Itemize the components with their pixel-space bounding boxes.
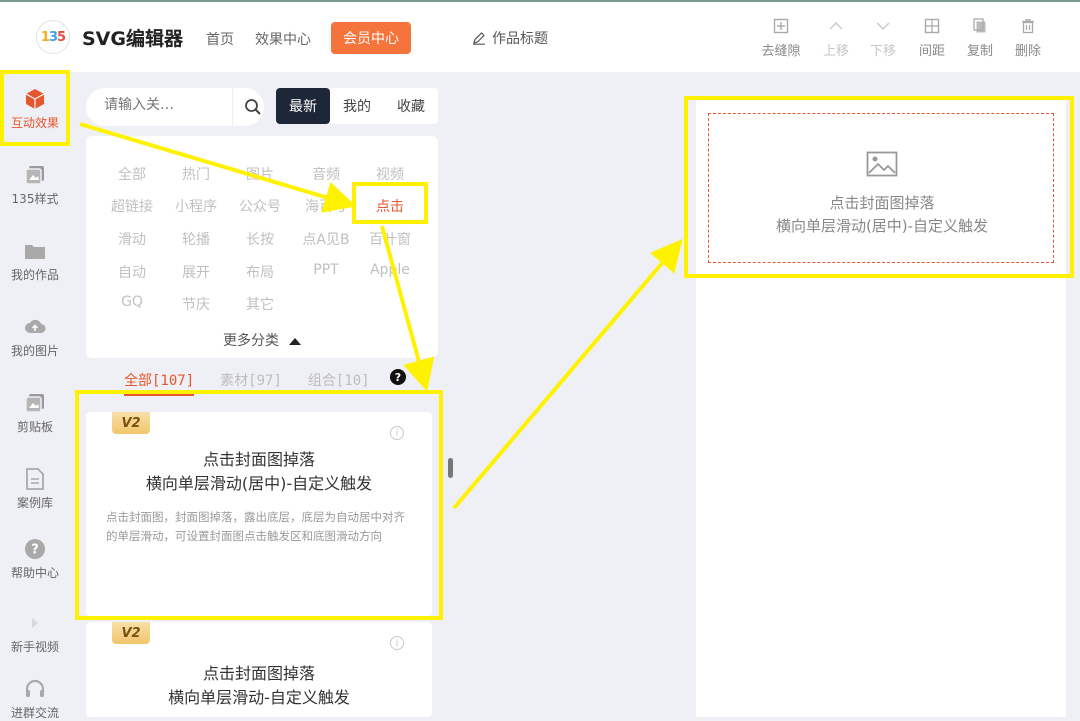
pencil-icon (473, 32, 485, 45)
sidebar-item-join-group[interactable]: 进群交流 (0, 678, 70, 721)
sidebar-item-label: 我的作品 (10, 268, 59, 282)
clipboard-icon (24, 392, 46, 414)
category-item[interactable]: 全部 (100, 164, 164, 184)
category-item[interactable]: 布局 (228, 262, 292, 282)
folder-icon (24, 240, 46, 262)
sidebar-item-my-works[interactable]: 我的作品 (0, 240, 70, 283)
category-item[interactable]: 百叶窗 (358, 229, 422, 249)
move-down-button[interactable]: 下移 (859, 18, 907, 59)
sidebar-item-help-center[interactable]: ? 帮助中心 (0, 538, 70, 581)
cloud-upload-icon (24, 316, 46, 338)
trash-icon (1004, 18, 1052, 40)
headset-icon (24, 678, 46, 700)
copy-icon (956, 18, 1004, 40)
category-item[interactable]: 自动 (100, 262, 164, 282)
category-item[interactable]: 超链接 (100, 196, 164, 216)
sidebar-item-clipboard[interactable]: 剪贴板 (0, 392, 70, 435)
category-item[interactable]: 节庆 (164, 294, 228, 314)
effect-card[interactable]: V2 i 点击封面图掉落 横向单层滑动-自定义触发 (86, 622, 432, 717)
chevron-up-icon (812, 18, 860, 40)
copy-button[interactable]: 复制 (956, 18, 1004, 59)
search-icon[interactable] (244, 98, 262, 120)
version-badge: V2 (112, 622, 150, 644)
category-item[interactable]: PPT (294, 262, 358, 278)
sidebar-item-label: 我的图片 (10, 344, 59, 358)
search-divider (232, 88, 233, 126)
sidebar-item-label: 135样式 (11, 192, 59, 206)
more-categories-label: 更多分类 (223, 333, 279, 349)
style-icon (24, 164, 46, 186)
nav-home[interactable]: 首页 (206, 29, 234, 49)
sidebar-item-tutorial-videos[interactable]: 新手视频 (0, 612, 70, 655)
category-item[interactable]: GQ (100, 294, 164, 310)
info-icon[interactable]: i (390, 636, 404, 650)
app-title: SVG编辑器 (82, 28, 183, 50)
highlight-sidebar-interactive (0, 70, 70, 146)
help-icon: ? (24, 538, 46, 560)
category-item[interactable]: 热门 (164, 164, 228, 184)
svg-text:?: ? (31, 543, 39, 558)
delete-label: 删除 (1014, 44, 1041, 59)
sidebar-item-label: 进群交流 (10, 706, 59, 720)
category-item[interactable]: 海百号 (294, 196, 358, 216)
spacing-label: 间距 (918, 44, 945, 59)
spacing-button[interactable]: 间距 (908, 18, 956, 59)
category-item[interactable]: 视频 (358, 164, 422, 184)
nav-effects-center[interactable]: 效果中心 (255, 29, 311, 49)
tab-latest[interactable]: 最新 (276, 88, 330, 124)
list-filter-tabs: 最新 我的 收藏 (276, 88, 438, 124)
vip-center-button[interactable]: 会员中心 (331, 22, 411, 54)
doc-title-text: 作品标题 (492, 31, 548, 47)
caret-up-icon (289, 337, 301, 345)
logo[interactable]: 135 (36, 20, 70, 54)
highlight-effect-card (75, 390, 443, 620)
category-item[interactable]: 展开 (164, 262, 228, 282)
video-icon (24, 612, 46, 634)
more-categories-toggle[interactable]: 更多分类 (86, 330, 438, 350)
sidebar-item-label: 帮助中心 (10, 566, 59, 580)
highlight-canvas-component (684, 96, 1074, 278)
arrow-card-to-canvas (452, 238, 683, 510)
tab-favorites[interactable]: 收藏 (384, 88, 438, 124)
search-box (86, 88, 264, 126)
close-gap-button[interactable]: 去缝隙 (757, 18, 805, 59)
category-item[interactable]: 长按 (228, 229, 292, 249)
category-item[interactable]: 点A见B (294, 229, 358, 249)
category-item[interactable]: Apple (358, 262, 422, 278)
tab-mine[interactable]: 我的 (330, 88, 384, 124)
sidebar-item-my-images[interactable]: 我的图片 (0, 316, 70, 359)
card-title-line2: 横向单层滑动-自定义触发 (168, 688, 350, 707)
category-item[interactable]: 音频 (294, 164, 358, 184)
document-icon (24, 468, 46, 490)
move-up-button[interactable]: 上移 (812, 18, 860, 59)
move-down-label: 下移 (869, 44, 896, 59)
sidebar-item-case-library[interactable]: 案例库 (0, 468, 70, 511)
plus-square-icon (757, 18, 805, 40)
spacing-icon (908, 18, 956, 40)
sidebar: 互动效果 135样式 我的作品 我的图片 剪贴板 案例库 ? 帮助中心 新手视频… (0, 72, 70, 720)
category-item[interactable]: 小程序 (164, 196, 228, 216)
card-title-line1: 点击封面图掉落 (202, 664, 315, 683)
category-item[interactable]: 公众号 (228, 196, 292, 216)
category-item[interactable]: 图片 (228, 164, 292, 184)
search-input[interactable] (104, 97, 214, 113)
sidebar-item-label: 案例库 (16, 496, 53, 510)
sidebar-item-label: 剪贴板 (16, 420, 53, 434)
doc-title[interactable]: 作品标题 (472, 28, 548, 48)
highlight-category-click (352, 182, 428, 224)
category-item[interactable]: 轮播 (164, 229, 228, 249)
category-grid: 全部 热门 图片 音频 视频 超链接 小程序 公众号 海百号 点击 滑动 轮播 … (86, 136, 438, 358)
close-gap-label: 去缝隙 (761, 44, 801, 59)
chevron-down-icon (859, 18, 907, 40)
delete-button[interactable]: 删除 (1004, 18, 1052, 59)
copy-label: 复制 (966, 44, 993, 59)
category-item[interactable]: 滑动 (100, 229, 164, 249)
panel-scrollbar[interactable] (448, 458, 453, 478)
move-up-label: 上移 (822, 44, 849, 59)
sidebar-item-135-styles[interactable]: 135样式 (0, 164, 70, 207)
sidebar-item-label: 新手视频 (10, 640, 59, 654)
top-bar: 135 SVG编辑器 首页 效果中心 会员中心 作品标题 去缝隙 上移 下移 间… (0, 0, 1080, 72)
category-item[interactable]: 其它 (228, 294, 292, 314)
help-icon[interactable]: ? (390, 369, 406, 385)
